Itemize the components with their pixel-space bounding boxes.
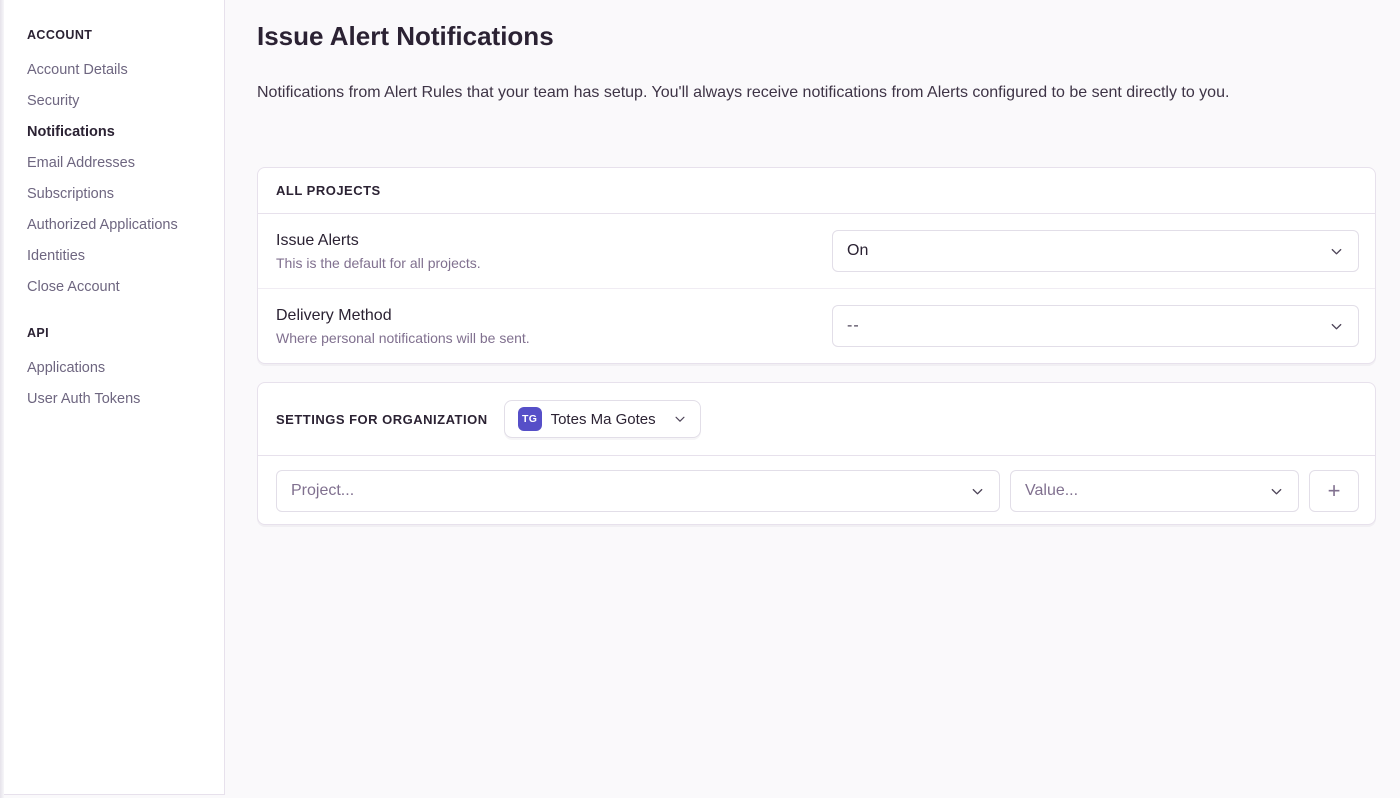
sidebar-item-applications[interactable]: Applications (27, 352, 212, 383)
sidebar-item-security[interactable]: Security (27, 85, 212, 116)
organization-select[interactable]: TG Totes Ma Gotes (504, 400, 701, 438)
add-project-setting-button[interactable]: + (1309, 470, 1359, 512)
value-select[interactable]: Value... (1010, 470, 1299, 512)
account-settings-page: ACCOUNT Account Details Security Notific… (0, 0, 1400, 798)
project-select[interactable]: Project... (276, 470, 1000, 512)
issue-alerts-field-text: Issue Alerts This is the default for all… (276, 232, 481, 271)
sidebar-section-account: ACCOUNT Account Details Security Notific… (27, 28, 212, 302)
chevron-down-icon (1329, 244, 1344, 259)
all-projects-panel: ALL PROJECTS Issue Alerts This is the de… (257, 167, 1376, 364)
value-select-placeholder: Value... (1025, 482, 1078, 500)
sidebar-section-api: API Applications User Auth Tokens (27, 326, 212, 414)
window-left-edge (0, 0, 4, 798)
sidebar-item-identities[interactable]: Identities (27, 240, 212, 271)
delivery-method-help: Where personal notifications will be sen… (276, 330, 530, 346)
settings-sidebar: ACCOUNT Account Details Security Notific… (0, 0, 225, 795)
organization-settings-panel: SETTINGS FOR ORGANIZATION TG Totes Ma Go… (257, 382, 1376, 525)
sidebar-item-authorized-applications[interactable]: Authorized Applications (27, 209, 212, 240)
sidebar-header-account: ACCOUNT (27, 28, 212, 42)
delivery-method-field-text: Delivery Method Where personal notificat… (276, 307, 530, 346)
chevron-down-icon (1329, 319, 1344, 334)
issue-alerts-help: This is the default for all projects. (276, 255, 481, 271)
page-title: Issue Alert Notifications (257, 20, 1376, 53)
plus-icon: + (1328, 480, 1341, 502)
sidebar-item-email-addresses[interactable]: Email Addresses (27, 147, 212, 178)
delivery-method-select-value: -- (847, 317, 860, 335)
organization-panel-header-label: SETTINGS FOR ORGANIZATION (276, 412, 488, 427)
delivery-method-field-row: Delivery Method Where personal notificat… (258, 288, 1375, 363)
issue-alerts-label: Issue Alerts (276, 232, 481, 250)
project-select-placeholder: Project... (291, 482, 354, 500)
organization-name: Totes Ma Gotes (551, 411, 656, 428)
delivery-method-label: Delivery Method (276, 307, 530, 325)
sidebar-item-close-account[interactable]: Close Account (27, 271, 212, 302)
chevron-down-icon (673, 412, 687, 426)
sidebar-header-api: API (27, 326, 212, 340)
issue-alerts-select-value: On (847, 242, 868, 260)
sidebar-item-notifications[interactable]: Notifications (27, 116, 212, 147)
chevron-down-icon (970, 484, 985, 499)
issue-alerts-select[interactable]: On (832, 230, 1359, 272)
project-override-row: Project... Value... + (258, 456, 1375, 524)
issue-alerts-field-row: Issue Alerts This is the default for all… (258, 214, 1375, 288)
chevron-down-icon (1269, 484, 1284, 499)
organization-panel-header: SETTINGS FOR ORGANIZATION TG Totes Ma Go… (258, 383, 1375, 456)
delivery-method-select[interactable]: -- (832, 305, 1359, 347)
settings-content: Issue Alert Notifications Notifications … (225, 0, 1400, 798)
all-projects-panel-header: ALL PROJECTS (258, 168, 1375, 214)
organization-avatar: TG (518, 407, 542, 431)
page-description: Notifications from Alert Rules that your… (257, 83, 1376, 103)
sidebar-item-account-details[interactable]: Account Details (27, 54, 212, 85)
sidebar-item-subscriptions[interactable]: Subscriptions (27, 178, 212, 209)
sidebar-item-user-auth-tokens[interactable]: User Auth Tokens (27, 383, 212, 414)
